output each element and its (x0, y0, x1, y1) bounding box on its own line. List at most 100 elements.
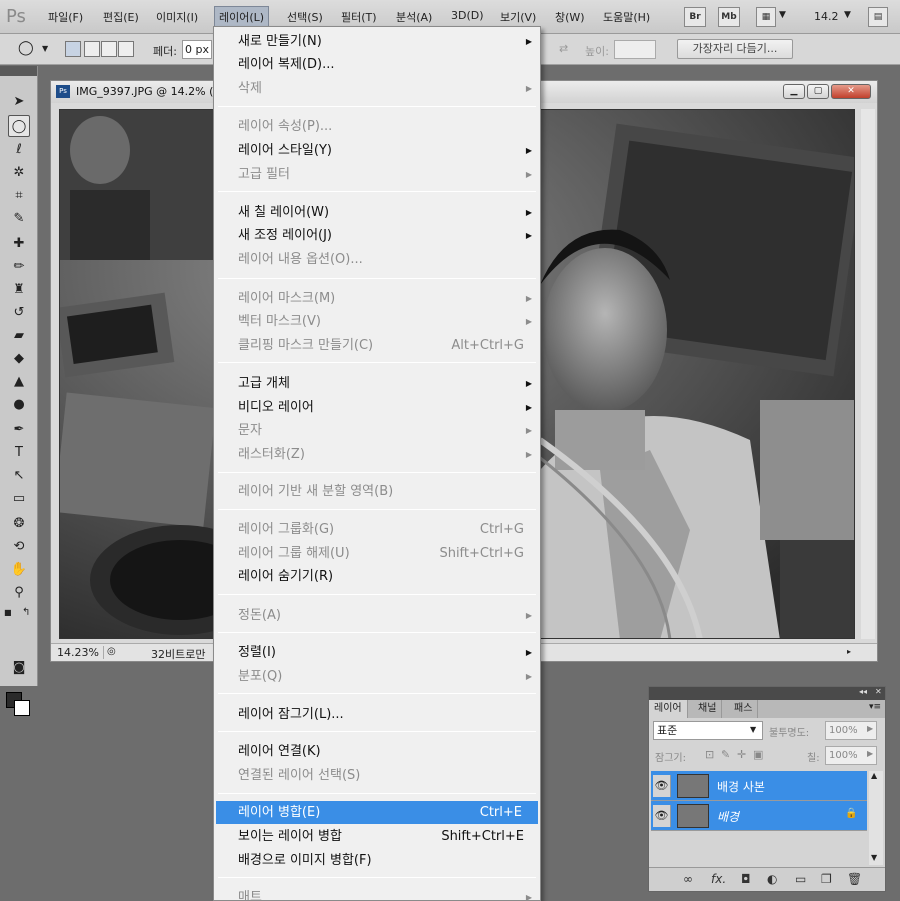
menu-item-group-layers[interactable]: 레이어 그룹화(G) Ctrl+G (214, 518, 540, 541)
menu-item-duplicate-layer[interactable]: 레이어 복제(D)... (214, 53, 540, 76)
zoom-percentage[interactable]: 14.23% (57, 646, 104, 659)
lasso-tool-icon[interactable]: ℓ (8, 138, 30, 160)
chevron-down-icon[interactable]: ▼ (750, 725, 756, 734)
tab-layers[interactable]: 레이어 (649, 700, 688, 718)
swap-colors-icon[interactable]: ↰ (22, 607, 30, 618)
menu-item-merge-layers[interactable]: 레이어 병합(E) Ctrl+E (216, 801, 538, 824)
fx-icon[interactable]: fx. (711, 872, 726, 886)
layers-vertical-scrollbar[interactable]: ▲ ▼ (869, 771, 883, 865)
menu-item-layer-content-options[interactable]: 레이어 내용 옵션(O)... (214, 248, 540, 271)
scroll-up-icon[interactable]: ▲ (871, 771, 877, 780)
type-tool-icon[interactable]: T (8, 441, 30, 463)
menu-item-layer-properties[interactable]: 레이어 속성(P)... (214, 115, 540, 138)
chevron-down-icon[interactable]: ▼ (42, 44, 48, 53)
menu-item-new[interactable]: 새로 만들기(N) ▶ (214, 30, 540, 53)
panel-header-bar[interactable]: ◂◂ ✕ (649, 687, 885, 700)
3d-orbit-tool-icon[interactable]: ⟲ (8, 535, 30, 557)
chevron-down-icon[interactable]: ▼ (779, 10, 786, 20)
arrange-documents-icon[interactable]: ▤ (868, 7, 888, 27)
3d-rotate-tool-icon[interactable]: ❂ (8, 512, 30, 534)
visibility-eye-icon[interactable]: 👁 (653, 805, 671, 827)
menu-item-distribute[interactable]: 분포(Q) ▶ (214, 665, 540, 688)
brush-tool-icon[interactable]: ✏ (8, 255, 30, 277)
menu-file[interactable]: 파일(F) (48, 9, 83, 25)
maximize-icon[interactable]: ▢ (807, 84, 829, 99)
zoom-tool-icon[interactable]: ⚲ (8, 581, 30, 603)
chevron-down-icon[interactable]: ▼ (844, 10, 851, 20)
view-extras-icon[interactable]: ▦ (756, 7, 776, 27)
panel-menu-icon[interactable]: ▾≡ (869, 702, 881, 712)
layer-row[interactable]: 👁 배경 🔒 (651, 801, 867, 831)
delete-layer-icon[interactable]: 🗑 (847, 872, 862, 886)
menu-item-new-layer-based-slice[interactable]: 레이어 기반 새 분할 영역(B) (214, 480, 540, 503)
dodge-tool-icon[interactable]: ● (8, 393, 30, 415)
menu-item-merge-visible[interactable]: 보이는 레이어 병합 Shift+Ctrl+E (214, 825, 540, 848)
layer-row[interactable]: 👁 배경 사본 (651, 771, 867, 801)
pen-tool-icon[interactable]: ✒ (8, 418, 30, 440)
zoom-level[interactable]: 14.2 (814, 10, 839, 23)
fill-slider-arrow-icon[interactable]: ▶ (867, 749, 873, 758)
menu-item-layer-style[interactable]: 레이어 스타일(Y) ▶ (214, 139, 540, 162)
menu-item-smart-filter[interactable]: 고급 필터 ▶ (214, 163, 540, 186)
feather-input[interactable]: 0 px (182, 40, 212, 59)
menu-item-lock-layers[interactable]: 레이어 잠그기(L)... (214, 703, 540, 726)
paint-bucket-tool-icon[interactable]: ◆ (8, 347, 30, 369)
bridge-button[interactable]: Br (684, 7, 706, 27)
layer-name[interactable]: 배경 사본 (717, 778, 765, 795)
opacity-slider-arrow-icon[interactable]: ▶ (867, 724, 873, 733)
tab-channels[interactable]: 채널 (693, 700, 723, 718)
scroll-right-icon[interactable]: ▸ (847, 647, 851, 656)
move-tool-icon[interactable]: ➤ (8, 90, 30, 112)
link-layers-icon[interactable]: ∞ (683, 872, 693, 886)
collapse-icon[interactable]: ◂◂ (859, 687, 867, 696)
tab-paths[interactable]: 패스 (729, 700, 759, 718)
menu-item-create-clipping-mask[interactable]: 클리핑 마스크 만들기(C) Alt+Ctrl+G (214, 334, 540, 357)
adjustment-layer-icon[interactable]: ◐ (767, 872, 777, 886)
close-icon[interactable]: ✕ (875, 687, 882, 696)
default-colors-icon[interactable]: ■ (4, 608, 12, 617)
lock-all-icon[interactable]: ▣ (753, 748, 763, 761)
new-layer-icon[interactable]: ❐ (821, 872, 832, 886)
menu-item-matting[interactable]: 매트 ▶ (214, 886, 540, 900)
menu-item-delete[interactable]: 삭제 ▶ (214, 77, 540, 100)
new-selection-icon[interactable] (65, 41, 81, 57)
menu-3d[interactable]: 3D(D) (451, 9, 484, 22)
menu-item-align[interactable]: 정렬(I) ▶ (214, 641, 540, 664)
menu-item-vector-mask[interactable]: 벡터 마스크(V) ▶ (214, 310, 540, 333)
path-selection-tool-icon[interactable]: ↖ (8, 464, 30, 486)
eyedropper-tool-icon[interactable]: ✎ (8, 207, 30, 229)
menu-item-flatten-image[interactable]: 배경으로 이미지 병합(F) (214, 849, 540, 872)
blend-mode-select[interactable]: 표준 (653, 721, 763, 740)
rectangle-tool-icon[interactable]: ▭ (8, 487, 30, 509)
quick-mask-icon[interactable]: ◙ (8, 656, 30, 678)
add-selection-icon[interactable] (84, 41, 100, 57)
menu-item-smart-objects[interactable]: 고급 개체 ▶ (214, 372, 540, 395)
menu-item-link-layers[interactable]: 레이어 연결(K) (214, 740, 540, 763)
add-mask-icon[interactable]: ◘ (741, 872, 751, 886)
elliptical-marquee-tool-icon[interactable]: ◯ (8, 115, 30, 137)
layer-name[interactable]: 배경 (717, 808, 739, 825)
quick-selection-tool-icon[interactable]: ✲ (8, 161, 30, 183)
blur-tool-icon[interactable]: ▲ (8, 370, 30, 392)
history-brush-tool-icon[interactable]: ↺ (8, 301, 30, 323)
toolbox-header[interactable] (0, 66, 37, 76)
background-color-swatch[interactable] (14, 700, 30, 716)
visibility-eye-icon[interactable]: 👁 (653, 775, 671, 797)
menu-analysis[interactable]: 분석(A) (396, 9, 432, 25)
menu-item-new-fill-layer[interactable]: 새 칠 레이어(W) ▶ (214, 201, 540, 224)
hand-tool-icon[interactable]: ✋ (8, 558, 30, 580)
ellipse-marquee-icon[interactable]: ◯ (18, 40, 34, 56)
intersect-selection-icon[interactable] (118, 41, 134, 57)
height-input[interactable] (614, 40, 656, 59)
mini-bridge-button[interactable]: Mb (718, 7, 740, 27)
close-icon[interactable]: ✕ (831, 84, 871, 99)
eraser-tool-icon[interactable]: ▰ (8, 324, 30, 346)
menu-item-ungroup-layers[interactable]: 레이어 그룹 해제(U) Shift+Ctrl+G (214, 542, 540, 565)
subtract-selection-icon[interactable] (101, 41, 117, 57)
lock-position-icon[interactable]: ✛ (737, 748, 746, 761)
swap-icon[interactable]: ⇄ (559, 42, 568, 55)
menu-view[interactable]: 보기(V) (500, 9, 536, 25)
lock-image-icon[interactable]: ✎ (721, 748, 730, 761)
healing-brush-tool-icon[interactable]: ✚ (8, 232, 30, 254)
menu-item-select-linked-layers[interactable]: 연결된 레이어 선택(S) (214, 764, 540, 787)
